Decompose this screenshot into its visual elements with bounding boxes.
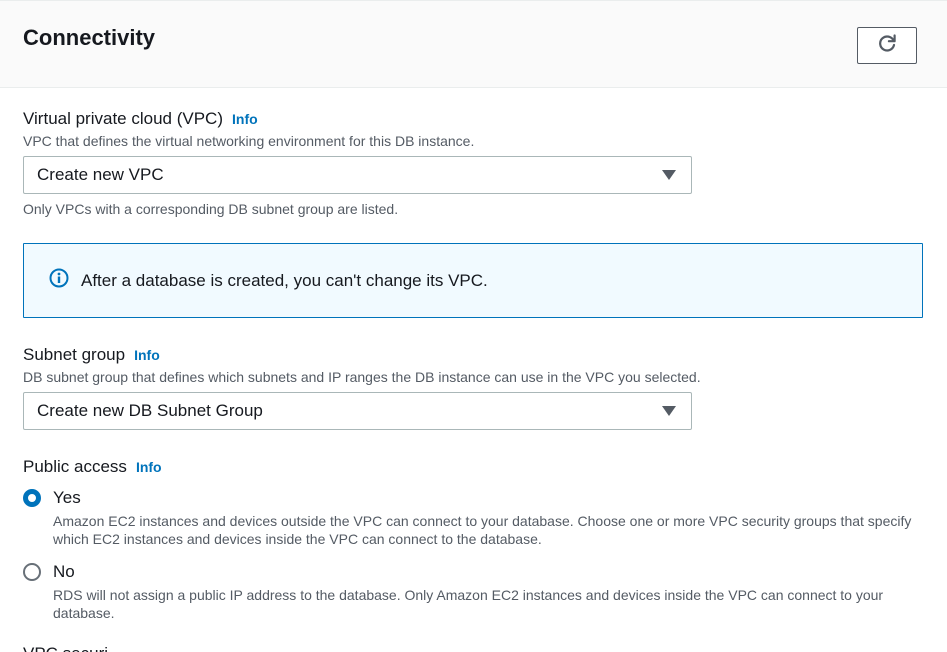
subnet-description: DB subnet group that defines which subne… — [23, 369, 701, 385]
caret-down-icon — [662, 406, 676, 416]
public-access-yes-label[interactable]: Yes — [53, 488, 81, 508]
alert-text: After a database is created, you can't c… — [81, 270, 488, 290]
subnet-select[interactable]: Create new DB Subnet Group — [23, 392, 692, 430]
vpc-select[interactable]: Create new VPC — [23, 156, 692, 194]
vpc-label: Virtual private cloud (VPC) Info — [23, 109, 258, 129]
caret-down-icon — [662, 170, 676, 180]
subnet-select-value: Create new DB Subnet Group — [37, 401, 263, 420]
public-access-no-radio[interactable] — [23, 563, 41, 581]
public-access-info-link[interactable]: Info — [136, 459, 162, 475]
vpc-select-value: Create new VPC — [37, 165, 164, 184]
vpc-description: VPC that defines the virtual networking … — [23, 133, 475, 149]
vpc-helper: Only VPCs with a corresponding DB subnet… — [23, 201, 399, 217]
subnet-label-text: Subnet group — [23, 345, 126, 364]
subnet-label: Subnet group Info — [23, 345, 160, 365]
info-circle-icon — [49, 268, 69, 293]
refresh-icon — [876, 32, 898, 59]
panel-title: Connectivity — [23, 25, 156, 50]
vpc-info-link[interactable]: Info — [232, 111, 258, 127]
panel-header: Connectivity — [0, 0, 947, 88]
subnet-info-link[interactable]: Info — [134, 347, 160, 363]
public-access-label-text: Public access — [23, 457, 127, 476]
info-alert: After a database is created, you can't c… — [23, 243, 923, 318]
public-access-no-label[interactable]: No — [53, 562, 75, 582]
vpc-label-text: Virtual private cloud (VPC) — [23, 109, 223, 128]
public-access-yes-radio[interactable] — [23, 489, 41, 507]
public-access-no-description: RDS will not assign a public IP address … — [53, 587, 884, 621]
vpc-security-group-label: VPC securi — [23, 644, 108, 652]
public-access-label: Public access Info — [23, 457, 162, 477]
refresh-button[interactable] — [857, 27, 917, 64]
public-access-yes-description: Amazon EC2 instances and devices outside… — [53, 513, 912, 547]
